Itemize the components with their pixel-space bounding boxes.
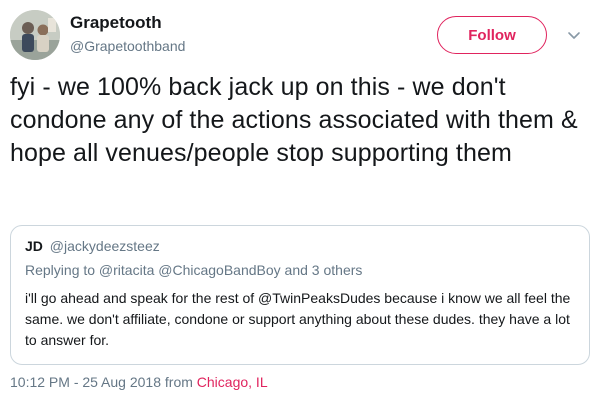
quoted-author: JD @jackydeezsteez	[25, 237, 160, 255]
tweet-metadata: 10:12 PM - 25 Aug 2018 from Chicago, IL	[10, 373, 268, 391]
location-link[interactable]: Chicago, IL	[197, 374, 268, 390]
from-label: from	[164, 374, 193, 390]
tweet-header: Grapetooth @Grapetoothband Follow	[10, 10, 590, 60]
quoted-author-name: JD	[25, 238, 43, 254]
quoted-tweet[interactable]: JD @jackydeezsteez Replying to @ritacita…	[10, 225, 590, 365]
tweet-text: fyi - we 100% back jack up on this - we …	[10, 73, 578, 167]
author-info: Grapetooth @Grapetoothband	[70, 13, 185, 56]
author-name[interactable]: Grapetooth	[70, 13, 185, 33]
avatar-photo-icon	[10, 10, 60, 60]
follow-button[interactable]: Follow	[437, 16, 547, 54]
author-handle[interactable]: @Grapetoothband	[70, 36, 185, 56]
tweet: Grapetooth @Grapetoothband Follow fyi - …	[0, 0, 600, 411]
quoted-replying-to: Replying to @ritacita @ChicagoBandBoy an…	[25, 262, 363, 278]
quoted-author-handle: @jackydeezsteez	[49, 238, 160, 254]
quoted-tweet-text: i'll go ahead and speak for the rest of …	[25, 290, 571, 348]
avatar[interactable]	[10, 10, 60, 60]
timestamp[interactable]: 10:12 PM - 25 Aug 2018	[10, 374, 161, 390]
chevron-down-icon[interactable]	[563, 24, 585, 46]
